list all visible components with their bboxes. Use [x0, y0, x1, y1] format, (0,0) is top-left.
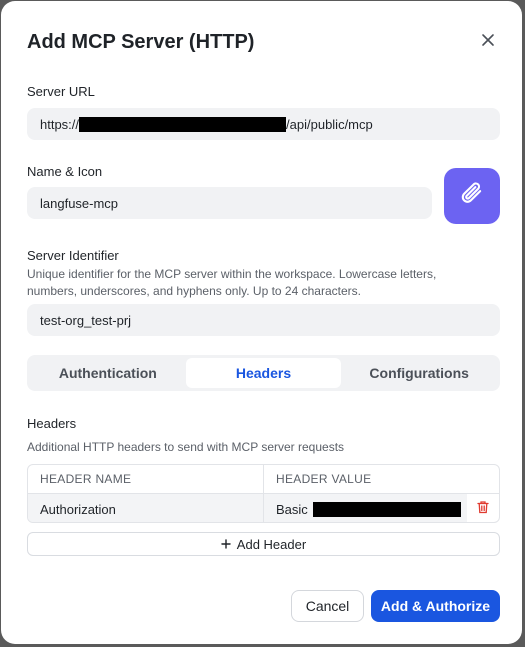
server-url-suffix: /api/public/mcp — [286, 116, 373, 132]
add-and-authorize-button[interactable]: Add & Authorize — [371, 590, 500, 622]
headers-title: Headers — [27, 416, 77, 431]
tab-authentication[interactable]: Authentication — [30, 358, 186, 388]
header-value-prefix: Basic — [276, 501, 308, 517]
server-url-label: Server URL — [27, 84, 95, 99]
cancel-button[interactable]: Cancel — [291, 590, 364, 622]
server-identifier-label: Server Identifier — [27, 248, 119, 263]
tab-configurations[interactable]: Configurations — [341, 358, 497, 388]
name-icon-label: Name & Icon — [27, 164, 103, 179]
plus-icon — [221, 539, 231, 549]
headers-table: HEADER NAME HEADER VALUE Authorization B… — [27, 464, 500, 523]
header-value-input[interactable]: Basic — [264, 494, 467, 522]
trash-icon — [476, 500, 490, 519]
header-name-input[interactable]: Authorization — [28, 494, 264, 522]
column-header-name: HEADER NAME — [28, 465, 264, 493]
close-icon[interactable] — [477, 29, 499, 51]
delete-header-button[interactable] — [467, 494, 499, 522]
server-identifier-input[interactable]: test-org_test-prj — [27, 304, 500, 336]
add-mcp-server-dialog: Add MCP Server (HTTP) Server URL https:/… — [1, 1, 522, 644]
icon-picker-button[interactable] — [444, 168, 500, 224]
add-header-button[interactable]: Add Header — [27, 532, 500, 556]
column-header-value: HEADER VALUE — [276, 472, 372, 486]
paperclip-icon — [458, 180, 486, 213]
name-input[interactable]: langfuse-mcp — [27, 187, 432, 219]
table-header-row: HEADER NAME HEADER VALUE — [28, 465, 499, 494]
name-value: langfuse-mcp — [40, 195, 119, 211]
redacted-host — [79, 116, 287, 132]
dialog-title: Add MCP Server (HTTP) — [27, 31, 255, 53]
tab-bar: Authentication Headers Configurations — [27, 355, 500, 391]
tab-headers[interactable]: Headers — [185, 358, 342, 388]
redacted-credential — [312, 501, 461, 517]
add-header-label: Add Header — [236, 536, 307, 552]
headers-help: Additional HTTP headers to send with MCP… — [27, 440, 345, 454]
server-identifier-help: Unique identifier for the MCP server wit… — [27, 267, 437, 298]
server-identifier-value: test-org_test-prj — [40, 312, 132, 328]
server-url-input[interactable]: https:// /api/public/mcp — [27, 108, 500, 140]
server-url-prefix: https:// — [40, 116, 80, 132]
table-row: Authorization Basic — [28, 494, 499, 522]
